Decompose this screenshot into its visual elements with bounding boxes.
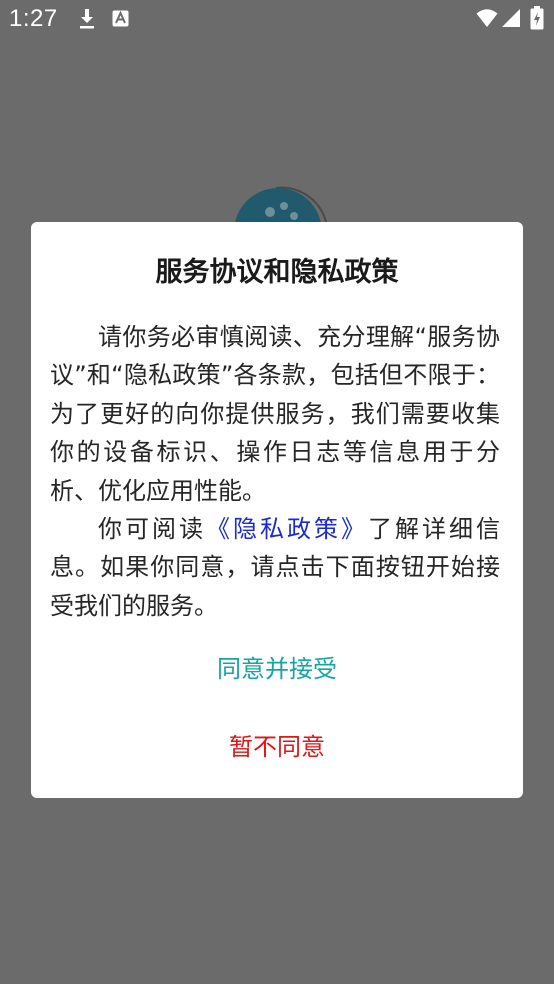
dialog-body: 请你务必审慎阅读、充分理解“服务协议”和“隐私政策”各条款，包括但不限于：为了更… xyxy=(50,318,500,625)
paragraph2-lead-text: 你可阅读 xyxy=(98,515,206,544)
a-icon xyxy=(112,10,129,27)
signal-icon xyxy=(502,9,520,27)
battery-icon xyxy=(530,6,544,30)
dialog-title: 服务协议和隐私政策 xyxy=(155,257,399,288)
app-logo-background xyxy=(234,186,327,226)
privacy-policy-link[interactable]: 《隐私政策》 xyxy=(206,515,368,543)
disagree-button[interactable]: 暂不同意 xyxy=(31,727,523,767)
agree-button[interactable]: 同意并接受 xyxy=(31,649,523,689)
status-bar: 1:27 xyxy=(0,0,554,38)
dialog-paragraph-terms: 请你务必审慎阅读、充分理解“服务协议”和“隐私政策”各条款，包括但不限于：为了更… xyxy=(50,323,500,505)
dialog-paragraph-privacy: 你可阅读《隐私政策》了解详细信息。如果你同意，请点击下面按钮开始接受我们的服务。 xyxy=(50,510,500,625)
privacy-dialog: 服务协议和隐私政策 请你务必审慎阅读、充分理解“服务协议”和“隐私政策”各条款，… xyxy=(31,222,523,798)
wifi-icon xyxy=(476,9,498,27)
download-icon xyxy=(80,9,94,29)
status-time: 1:27 xyxy=(9,5,58,32)
